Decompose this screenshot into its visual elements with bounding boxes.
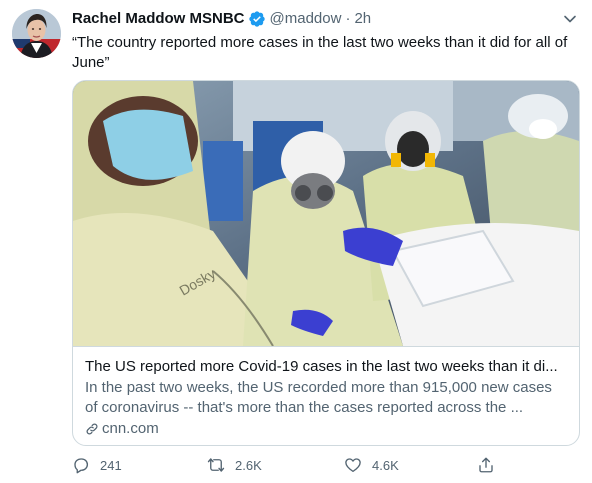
reply-count: 241 — [100, 457, 122, 473]
tweet-timestamp[interactable]: 2h — [354, 9, 371, 29]
card-image[interactable]: Dosky — [73, 81, 579, 346]
chevron-down-icon[interactable] — [562, 11, 578, 27]
reply-button[interactable]: 241 — [72, 455, 122, 475]
card-title: The US reported more Covid-19 cases in t… — [85, 358, 558, 375]
author-name[interactable]: Rachel Maddow MSNBC — [72, 9, 245, 29]
avatar[interactable] — [12, 9, 61, 58]
like-icon — [344, 456, 362, 474]
retweet-icon — [207, 456, 225, 474]
link-icon — [85, 422, 99, 436]
card-domain-text: cnn.com — [102, 420, 159, 437]
share-button[interactable] — [477, 455, 505, 475]
share-icon — [477, 456, 495, 474]
like-count: 4.6K — [372, 457, 399, 473]
tweet-actions: 241 2.6K 4.6K — [72, 455, 512, 475]
like-button[interactable]: 4.6K — [344, 455, 399, 475]
tweet-text: “The country reported more cases in the … — [72, 34, 568, 71]
card-description: In the past two weeks, the US recorded m… — [85, 379, 552, 416]
tweet-header: Rachel Maddow MSNBC @maddow · 2h — [72, 9, 371, 29]
author-handle[interactable]: @maddow — [270, 9, 342, 29]
card-domain: cnn.com — [85, 419, 567, 439]
tweet[interactable]: Rachel Maddow MSNBC @maddow · 2h “The co… — [0, 0, 592, 483]
card-body[interactable]: The US reported more Covid-19 cases in t… — [73, 346, 579, 445]
retweet-button[interactable]: 2.6K — [207, 455, 262, 475]
reply-icon — [72, 456, 90, 474]
verified-badge-icon — [248, 10, 266, 28]
retweet-count: 2.6K — [235, 457, 262, 473]
link-card[interactable]: Dosky The US reported more Covid-19 case… — [72, 80, 580, 446]
separator-dot: · — [345, 10, 351, 27]
